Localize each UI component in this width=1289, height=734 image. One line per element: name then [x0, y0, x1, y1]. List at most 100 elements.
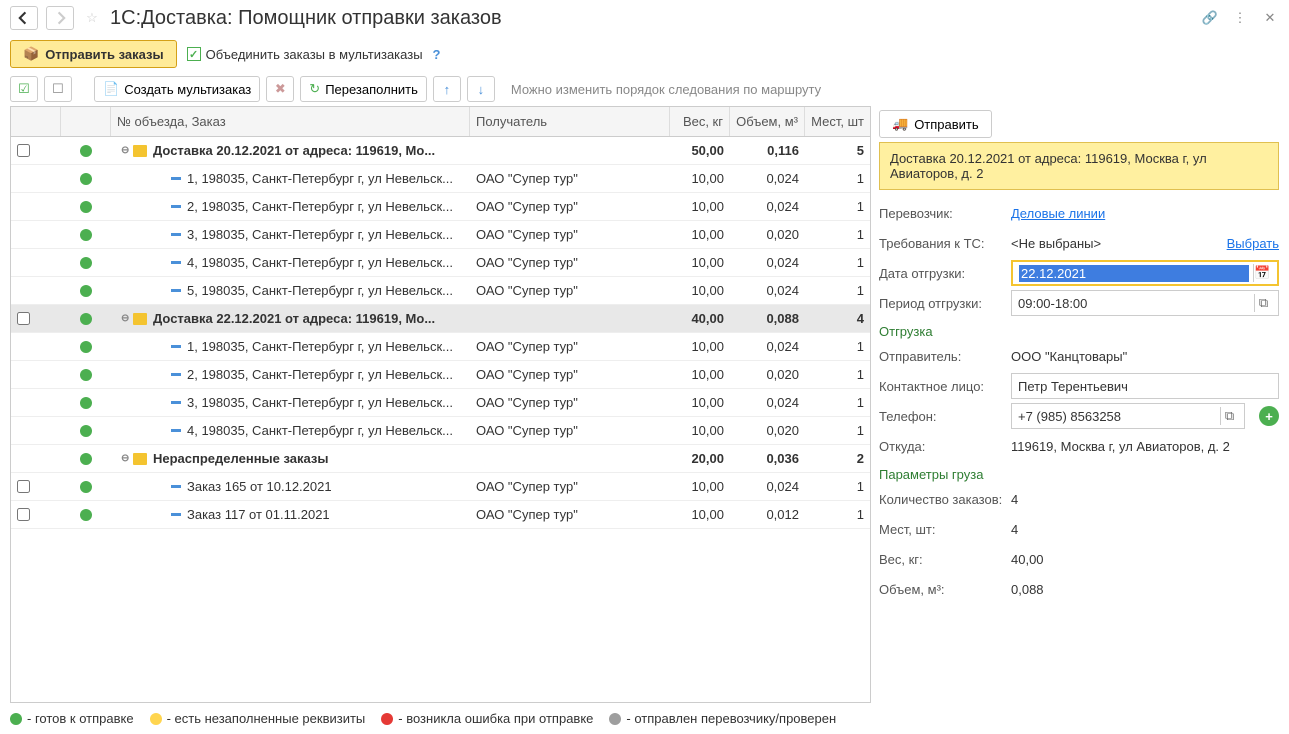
row-checkbox[interactable] — [17, 144, 30, 157]
help-icon[interactable]: ? — [433, 47, 441, 62]
weight-label: Вес, кг: — [879, 552, 1003, 567]
calendar-icon[interactable]: 📅 — [1253, 264, 1271, 282]
expand-icon[interactable]: ⊖ — [121, 453, 133, 464]
weight-cell: 10,00 — [670, 277, 730, 304]
table-row[interactable]: ⊖Нераспределенные заказы20,000,0362 — [11, 445, 870, 473]
item-icon — [171, 261, 181, 264]
table-row[interactable]: 4, 198035, Санкт-Петербург г, ул Невельс… — [11, 417, 870, 445]
weight-cell: 10,00 — [670, 165, 730, 192]
item-icon — [171, 373, 181, 376]
ship-date-input[interactable]: 22.12.2021 📅 — [1011, 260, 1279, 286]
send-single-label: Отправить — [914, 117, 978, 132]
add-phone-button[interactable]: + — [1259, 406, 1279, 426]
expand-icon[interactable]: ⧉ — [1254, 294, 1272, 312]
order-text: Доставка 20.12.2021 от адреса: 119619, М… — [153, 143, 435, 158]
table-row[interactable]: Заказ 117 от 01.11.2021ОАО "Супер тур"10… — [11, 501, 870, 529]
row-checkbox[interactable] — [17, 480, 30, 493]
check-icon: ✓ — [187, 47, 201, 61]
delete-button[interactable]: ✖ — [266, 76, 294, 102]
item-icon — [171, 177, 181, 180]
expand-phone-icon[interactable]: ⧉ — [1220, 407, 1238, 425]
order-text: 1, 198035, Санкт-Петербург г, ул Невельс… — [187, 339, 453, 354]
contact-input[interactable]: Петр Терентьевич — [1011, 373, 1279, 399]
weight-cell: 50,00 — [670, 137, 730, 164]
volume-cell: 0,024 — [730, 193, 805, 220]
table-row[interactable]: Заказ 165 от 10.12.2021 ОАО "Супер тур" 10… — [11, 473, 870, 501]
req-label: Требования к ТС: — [879, 236, 1003, 251]
check-all-button[interactable]: ☑ — [10, 76, 38, 102]
expand-icon[interactable]: ⊖ — [121, 313, 133, 324]
move-up-button[interactable]: ↑ — [433, 76, 461, 102]
row-checkbox[interactable] — [17, 312, 30, 325]
select-req-link[interactable]: Выбрать — [1227, 236, 1279, 251]
link-icon[interactable]: 🔗 — [1201, 9, 1219, 27]
send-orders-button[interactable]: 📦 Отправить заказы — [10, 40, 177, 68]
uncheck-all-button[interactable]: ☐ — [44, 76, 72, 102]
status-dot — [80, 453, 92, 465]
item-icon — [171, 429, 181, 432]
places-cell: 1 — [805, 249, 870, 276]
col-places-header[interactable]: Мест, шт — [805, 107, 870, 136]
close-icon[interactable]: ✕ — [1261, 9, 1279, 27]
status-dot — [80, 201, 92, 213]
combine-label: Объединить заказы в мультизаказы — [206, 47, 423, 62]
refill-button[interactable]: ↻ Перезаполнить — [300, 76, 427, 102]
order-text: Заказ 117 от 01.11.2021 — [187, 507, 330, 522]
detail-header: Доставка 20.12.2021 от адреса: 119619, М… — [879, 142, 1279, 190]
order-text: 2, 198035, Санкт-Петербург г, ул Невельс… — [187, 367, 453, 382]
status-dot — [80, 313, 92, 325]
carrier-link[interactable]: Деловые линии — [1011, 206, 1105, 221]
status-dot — [80, 257, 92, 269]
item-icon — [171, 485, 181, 488]
volume-cell: 0,024 — [730, 277, 805, 304]
favorite-icon[interactable]: ☆ — [82, 8, 102, 28]
recipient-cell: ОАО "Супер тур" — [470, 333, 670, 360]
places-cell: 5 — [805, 137, 870, 164]
status-dot — [80, 397, 92, 409]
table-row[interactable]: 3, 198035, Санкт-Петербург г, ул Невельс… — [11, 221, 870, 249]
combine-checkbox[interactable]: ✓ Объединить заказы в мультизаказы — [187, 47, 423, 62]
places-cell: 1 — [805, 473, 870, 500]
table-row[interactable]: 2, 198035, Санкт-Петербург г, ул Невельс… — [11, 193, 870, 221]
recipient-cell: ОАО "Супер тур" — [470, 473, 670, 500]
row-checkbox[interactable] — [17, 508, 30, 521]
create-multi-button[interactable]: 📄 Создать мультизаказ — [94, 76, 260, 102]
order-text: 1, 198035, Санкт-Петербург г, ул Невельс… — [187, 171, 453, 186]
expand-icon[interactable]: ⊖ — [121, 145, 133, 156]
legend-green-dot — [10, 713, 22, 725]
send-single-button[interactable]: 🚚 Отправить — [879, 110, 992, 138]
table-row[interactable]: 1, 198035, Санкт-Петербург г, ул Невельс… — [11, 333, 870, 361]
recipient-cell: ОАО "Супер тур" — [470, 361, 670, 388]
table-row[interactable]: 4, 198035, Санкт-Петербург г, ул Невельс… — [11, 249, 870, 277]
places-cell: 2 — [805, 445, 870, 472]
col-weight-header[interactable]: Вес, кг — [670, 107, 730, 136]
table-row[interactable]: 2, 198035, Санкт-Петербург г, ул Невельс… — [11, 361, 870, 389]
table-row[interactable]: 1, 198035, Санкт-Петербург г, ул Невельс… — [11, 165, 870, 193]
back-button[interactable] — [10, 6, 38, 30]
table-row[interactable]: ⊖Доставка 22.12.2021 от адреса: 119619, … — [11, 305, 870, 333]
col-recipient-header[interactable]: Получатель — [470, 107, 670, 136]
refill-label: Перезаполнить — [325, 82, 418, 97]
ship-period-label: Период отгрузки: — [879, 296, 1003, 311]
ship-period-input[interactable]: 09:00-18:00 ⧉ — [1011, 290, 1279, 316]
ship-date-value: 22.12.2021 — [1019, 265, 1249, 282]
places-cell: 1 — [805, 361, 870, 388]
col-order-header[interactable]: № объезда, Заказ — [111, 107, 470, 136]
phone-input[interactable]: +7 (985) 8563258 ⧉ — [1011, 403, 1245, 429]
recipient-cell: ОАО "Супер тур" — [470, 249, 670, 276]
recipient-cell: ОАО "Супер тур" — [470, 221, 670, 248]
table-row[interactable]: ⊖ Доставка 20.12.2021 от адреса: 119619, … — [11, 137, 870, 165]
item-icon — [171, 345, 181, 348]
forward-button[interactable] — [46, 6, 74, 30]
order-text: Заказ 165 от 10.12.2021 — [187, 479, 332, 494]
move-down-button[interactable]: ↓ — [467, 76, 495, 102]
more-icon[interactable]: ⋮ — [1231, 9, 1249, 27]
table-row[interactable]: 5, 198035, Санкт-Петербург г, ул Невельс… — [11, 277, 870, 305]
col-volume-header[interactable]: Объем, м³ — [730, 107, 805, 136]
places-cell: 1 — [805, 501, 870, 528]
volume-cell: 0,024 — [730, 473, 805, 500]
volume-label: Объем, м³: — [879, 582, 1003, 597]
table-row[interactable]: 3, 198035, Санкт-Петербург г, ул Невельс… — [11, 389, 870, 417]
hint-text: Можно изменить порядок следования по мар… — [511, 82, 821, 97]
places-cell: 1 — [805, 333, 870, 360]
